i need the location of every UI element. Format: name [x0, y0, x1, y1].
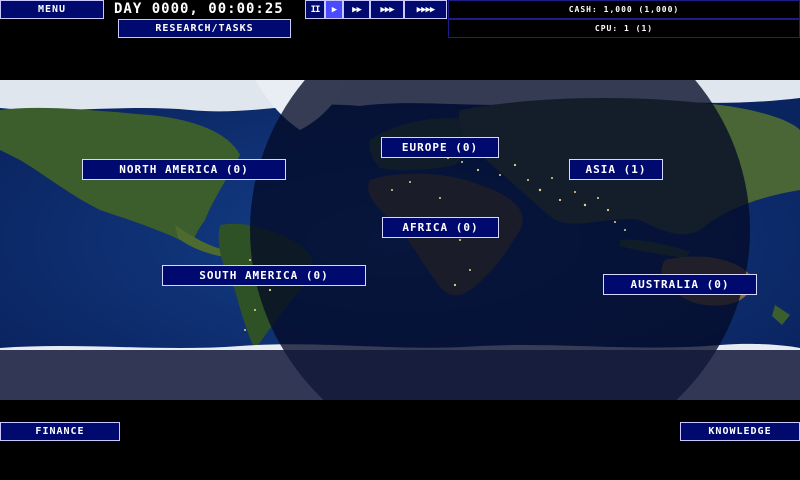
research-tasks-button[interactable]: RESEARCH/TASKS [118, 19, 291, 38]
region-europe-label: EUROPE (0) [401, 141, 479, 154]
fast-forward-icon: ▶▶ [352, 4, 362, 15]
knowledge-button[interactable]: KNOWLEDGE [680, 422, 800, 441]
finance-button[interactable]: FINANCE [0, 422, 120, 441]
region-australia-label: AUSTRALIA (0) [630, 278, 730, 291]
fastest-forward-icon: ▶▶▶▶ [416, 4, 436, 15]
menu-label: MENU [37, 4, 67, 15]
play-button[interactable]: ▶ [325, 0, 343, 19]
cash-panel: CASH: 1,000 (1,000) [448, 0, 800, 19]
menu-button[interactable]: MENU [0, 0, 104, 19]
faster-forward-button[interactable]: ▶▶▶ [370, 0, 404, 19]
finance-label: FINANCE [35, 426, 85, 437]
cpu-panel: CPU: 1 (1) [448, 19, 800, 38]
fastest-forward-button[interactable]: ▶▶▶▶ [404, 0, 447, 19]
region-north-america-label: NORTH AMERICA (0) [119, 163, 249, 176]
antarctic-night [0, 350, 800, 400]
faster-forward-icon: ▶▶▶ [380, 4, 394, 15]
region-europe[interactable]: EUROPE (0) [381, 137, 499, 158]
play-icon: ▶ [331, 4, 338, 15]
region-asia[interactable]: ASIA (1) [569, 159, 663, 180]
fast-forward-button[interactable]: ▶▶ [343, 0, 370, 19]
region-africa[interactable]: AFRICA (0) [382, 217, 499, 238]
pause-button[interactable]: II [305, 0, 325, 19]
knowledge-label: KNOWLEDGE [708, 426, 772, 437]
game-clock: DAY 0000, 00:00:25 [114, 1, 284, 17]
region-south-america-label: SOUTH AMERICA (0) [199, 269, 329, 282]
cpu-readout: CPU: 1 (1) [594, 24, 654, 33]
region-australia[interactable]: AUSTRALIA (0) [603, 274, 757, 295]
region-africa-label: AFRICA (0) [402, 221, 479, 234]
region-asia-label: ASIA (1) [585, 163, 647, 176]
region-south-america[interactable]: SOUTH AMERICA (0) [162, 265, 366, 286]
world-map[interactable] [0, 80, 800, 400]
region-north-america[interactable]: NORTH AMERICA (0) [82, 159, 286, 180]
pause-icon: II [310, 4, 321, 15]
research-tasks-label: RESEARCH/TASKS [155, 23, 254, 34]
cash-readout: CASH: 1,000 (1,000) [568, 5, 680, 14]
